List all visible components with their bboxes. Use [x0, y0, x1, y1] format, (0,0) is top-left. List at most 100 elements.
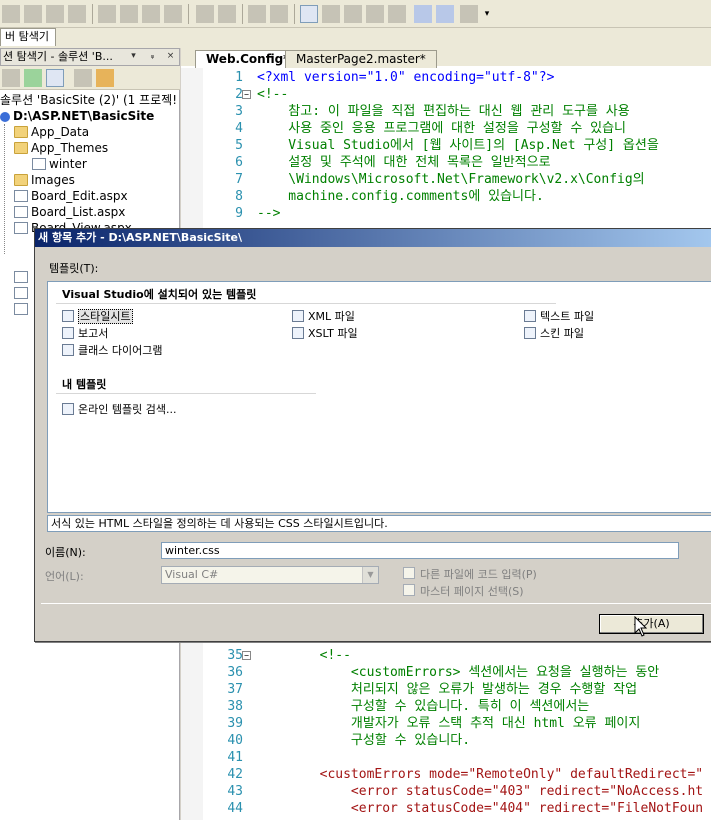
code-line: 6 설정 및 주석에 대한 전체 목록은 일반적으로 — [181, 154, 711, 171]
tree-item-label: Board_Edit.aspx — [31, 189, 128, 203]
section-divider — [56, 303, 556, 304]
comment-next-icon[interactable] — [344, 5, 362, 23]
template-class-diagram[interactable]: 클래스 다이어그램 — [62, 343, 162, 358]
tree-solution-node[interactable]: 솔루션 'BasicSite (2)' (1 프로젝! — [0, 92, 177, 108]
name-input[interactable] — [161, 542, 679, 559]
template-report[interactable]: 보고서 — [62, 326, 108, 341]
rectangle-icon[interactable] — [300, 5, 318, 23]
bookmark-icon[interactable] — [120, 5, 138, 23]
text-file-icon — [524, 310, 536, 322]
code-text: --> — [257, 206, 281, 221]
code-text: <?xml version="1.0" encoding="utf-8"?> — [257, 70, 555, 85]
nav-forward-icon[interactable] — [164, 5, 182, 23]
auto-hide-icon[interactable]: ᵩ — [146, 50, 159, 63]
template-label: XSLT 파일 — [308, 327, 358, 340]
template-xml-file[interactable]: XML 파일 — [292, 309, 355, 324]
navigate-forward-icon[interactable] — [436, 5, 454, 23]
section-divider — [56, 393, 316, 394]
dialog-divider — [41, 603, 711, 604]
code-line: 41 — [181, 749, 711, 766]
mouse-cursor-icon — [634, 616, 648, 637]
line-number: 42 — [227, 767, 243, 782]
template-text-file[interactable]: 텍스트 파일 — [524, 309, 594, 324]
template-skin-file[interactable]: 스킨 파일 — [524, 326, 584, 341]
template-xslt-file[interactable]: XSLT 파일 — [292, 326, 358, 341]
aspx-page-icon — [14, 271, 28, 283]
code-text: <customErrors> 섹션에서는 요청을 실행하는 동안 — [257, 665, 660, 680]
collapse-toggle-icon[interactable]: − — [242, 90, 251, 99]
close-icon[interactable]: × — [164, 50, 177, 63]
format-icon[interactable] — [2, 5, 20, 23]
xslt-file-icon — [292, 327, 304, 339]
increase-indent-icon[interactable] — [218, 5, 236, 23]
toolbar-separator — [242, 4, 243, 24]
nest-files-icon[interactable] — [46, 69, 64, 87]
line-number: 43 — [227, 784, 243, 799]
code-line: 8 machine.config.comments에 있습니다. — [181, 188, 711, 205]
tree-item[interactable]: Images — [14, 172, 75, 188]
code-text: \Windows\Microsoft.Net\Framework\v2.x\Co… — [257, 172, 645, 187]
nav-back-icon[interactable] — [142, 5, 160, 23]
view-designer-icon[interactable] — [74, 69, 92, 87]
tool-window-tabstrip — [0, 28, 711, 48]
line-number: 8 — [235, 189, 243, 204]
tree-project-node[interactable]: D:\ASP.NET\BasicSite — [0, 108, 154, 124]
comment-bubble-icon[interactable] — [322, 5, 340, 23]
name-label: 이름(N): — [45, 546, 86, 559]
folder-icon — [14, 126, 28, 138]
list-icon[interactable] — [248, 5, 266, 23]
code-text: Visual Studio에서 [웹 사이트]의 [Asp.Net 구성] 옵션… — [257, 138, 659, 153]
toolbar: ▾ — [0, 0, 711, 28]
template-label: XML 파일 — [308, 310, 355, 323]
template-label: 온라인 템플릿 검색... — [78, 403, 177, 416]
code-line: 36 <customErrors> 섹션에서는 요청을 실행하는 동안 — [181, 664, 711, 681]
decrease-indent-icon[interactable] — [196, 5, 214, 23]
toolbar-overflow-icon[interactable]: ▾ — [482, 5, 492, 23]
template-label: 텍스트 파일 — [540, 310, 595, 323]
tree-item[interactable]: winter — [32, 156, 87, 172]
line-number: 5 — [235, 138, 243, 153]
solution-explorer-tab[interactable]: 버 탐색기 — [0, 28, 56, 46]
line-number: 3 — [235, 104, 243, 119]
line-number: 44 — [227, 801, 243, 816]
comment-prev-icon[interactable] — [366, 5, 384, 23]
outdent-icon[interactable] — [46, 5, 64, 23]
tree-item[interactable]: Board_List.aspx — [14, 204, 125, 220]
solution-label: 솔루션 'BasicSite (2)' (1 프로젝! — [0, 93, 178, 107]
class-diagram-icon — [62, 344, 74, 356]
numbered-list-icon[interactable] — [270, 5, 288, 23]
uncomment-icon[interactable] — [98, 5, 116, 23]
template-search-online[interactable]: 온라인 템플릿 검색... — [62, 402, 176, 417]
template-label: 스킨 파일 — [540, 327, 584, 340]
my-templates-header: 내 템플릿 — [62, 378, 107, 391]
code-line: 4 사용 중인 응용 프로그램에 대한 설정을 구성할 수 있습니 — [181, 120, 711, 137]
line-number: 41 — [227, 750, 243, 765]
comment-all-icon[interactable] — [460, 5, 478, 23]
chevron-down-icon: ▼ — [362, 567, 378, 583]
comment-delete-icon[interactable] — [388, 5, 406, 23]
tab-masterpage2[interactable]: MasterPage2.master* — [285, 50, 437, 68]
add-button[interactable]: 추가(A) — [599, 614, 704, 634]
tree-item[interactable]: App_Data — [14, 124, 89, 140]
template-stylesheet[interactable]: 스타일시트 — [62, 309, 133, 324]
navigate-back-icon[interactable] — [414, 5, 432, 23]
code-text: machine.config.comments에 있습니다. — [257, 189, 544, 204]
folder-icon — [14, 174, 28, 186]
window-position-icon[interactable]: ▾ — [127, 50, 140, 63]
code-line: 7 \Windows\Microsoft.Net\Framework\v2.x\… — [181, 171, 711, 188]
report-icon — [62, 327, 74, 339]
solution-explorer-toolbar — [0, 66, 180, 90]
refresh-icon[interactable] — [24, 69, 42, 87]
code-text: <!-- — [257, 87, 289, 102]
tree-guide-line — [4, 124, 5, 254]
tree-item[interactable]: Board_Edit.aspx — [14, 188, 128, 204]
code-line: 44 <error statusCode="404" redirect="Fil… — [181, 800, 711, 817]
collapse-toggle-icon[interactable]: − — [242, 651, 251, 660]
properties-icon[interactable] — [2, 69, 20, 87]
templates-list[interactable]: Visual Studio에 설치되어 있는 템플릿 스타일시트 XML 파일 … — [47, 281, 711, 513]
tree-item[interactable]: App_Themes — [14, 140, 108, 156]
indent-icon[interactable] — [24, 5, 42, 23]
copy-website-icon[interactable] — [96, 69, 114, 87]
comment-icon[interactable] — [68, 5, 86, 23]
code-line: 38 구성할 수 있습니다. 특히 이 섹션에서는 — [181, 698, 711, 715]
